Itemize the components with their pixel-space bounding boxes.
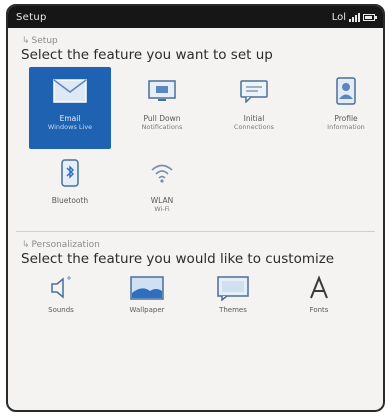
font-icon <box>307 274 331 302</box>
monitor-icon <box>142 77 182 105</box>
status-indicators: Lol <box>331 11 377 23</box>
tile-sub: Notifications <box>141 123 183 131</box>
tile-pull-down[interactable]: Pull Down Notifications <box>121 67 203 149</box>
tile-name: Bluetooth <box>51 196 89 205</box>
landscape-icon <box>130 274 164 302</box>
status-bar: Setup Lol <box>8 6 383 28</box>
tile-email[interactable]: Email Windows Live <box>29 67 111 149</box>
device-screen: Setup Lol ↳ Setup Select the feature you … <box>6 4 385 412</box>
tile-name: Profile <box>334 114 358 123</box>
screen-icon <box>216 274 250 302</box>
tool-name: Wallpaper <box>129 306 165 314</box>
tile-sub: Windows Live <box>47 123 93 131</box>
status-text: Lol <box>331 11 346 23</box>
contact-card-icon <box>326 77 366 105</box>
wifi-icon <box>142 159 182 187</box>
tool-name: Sounds <box>48 306 74 314</box>
section-label-personalization: ↳ Personalization <box>8 239 383 251</box>
tile-sub: Wi-Fi <box>154 205 170 213</box>
tile-profile[interactable]: Profile Information <box>305 67 383 149</box>
section-divider <box>16 231 375 232</box>
tool-name: Fonts <box>309 306 329 314</box>
speaker-icon <box>46 274 76 302</box>
tile-sub: Information <box>327 123 365 131</box>
tool-name: Themes <box>219 306 247 314</box>
tile-bluetooth[interactable]: Bluetooth <box>29 157 111 221</box>
message-icon <box>234 77 274 105</box>
personalization-prompt: Select the feature you would like to cus… <box>21 251 335 267</box>
tile-name: WLAN <box>150 196 174 205</box>
tile-initial[interactable]: Initial Connections <box>213 67 295 149</box>
status-title: Setup <box>16 11 47 23</box>
tool-wallpaper[interactable]: Wallpaper <box>104 274 190 314</box>
personalization-tools: Sounds Wallpaper Themes Fonts <box>8 274 383 314</box>
chevron-icon: ↳ <box>22 36 30 46</box>
section-label-text: Personalization <box>31 240 100 250</box>
tile-sub: Connections <box>233 123 275 131</box>
chevron-icon: ↳ <box>22 240 30 250</box>
section-label-setup: ↳ Setup <box>8 35 383 47</box>
tool-sounds[interactable]: Sounds <box>18 274 104 314</box>
tile-wlan[interactable]: WLAN Wi-Fi <box>121 157 203 221</box>
section-label-text: Setup <box>31 36 58 46</box>
setup-feature-grid-row2: Bluetooth WLAN Wi-Fi <box>8 157 383 221</box>
bluetooth-icon <box>50 159 90 187</box>
tool-fonts[interactable]: Fonts <box>276 274 362 314</box>
battery-icon <box>363 13 377 21</box>
envelope-icon <box>50 77 90 105</box>
setup-feature-grid: Email Windows Live Pull Down Notificatio… <box>8 67 383 149</box>
tool-themes[interactable]: Themes <box>190 274 276 314</box>
tile-name: Initial <box>243 114 265 123</box>
signal-icon <box>349 12 360 22</box>
setup-prompt: Select the feature you want to set up <box>21 47 273 63</box>
tile-name: Email <box>59 114 81 123</box>
tile-name: Pull Down <box>143 114 181 123</box>
